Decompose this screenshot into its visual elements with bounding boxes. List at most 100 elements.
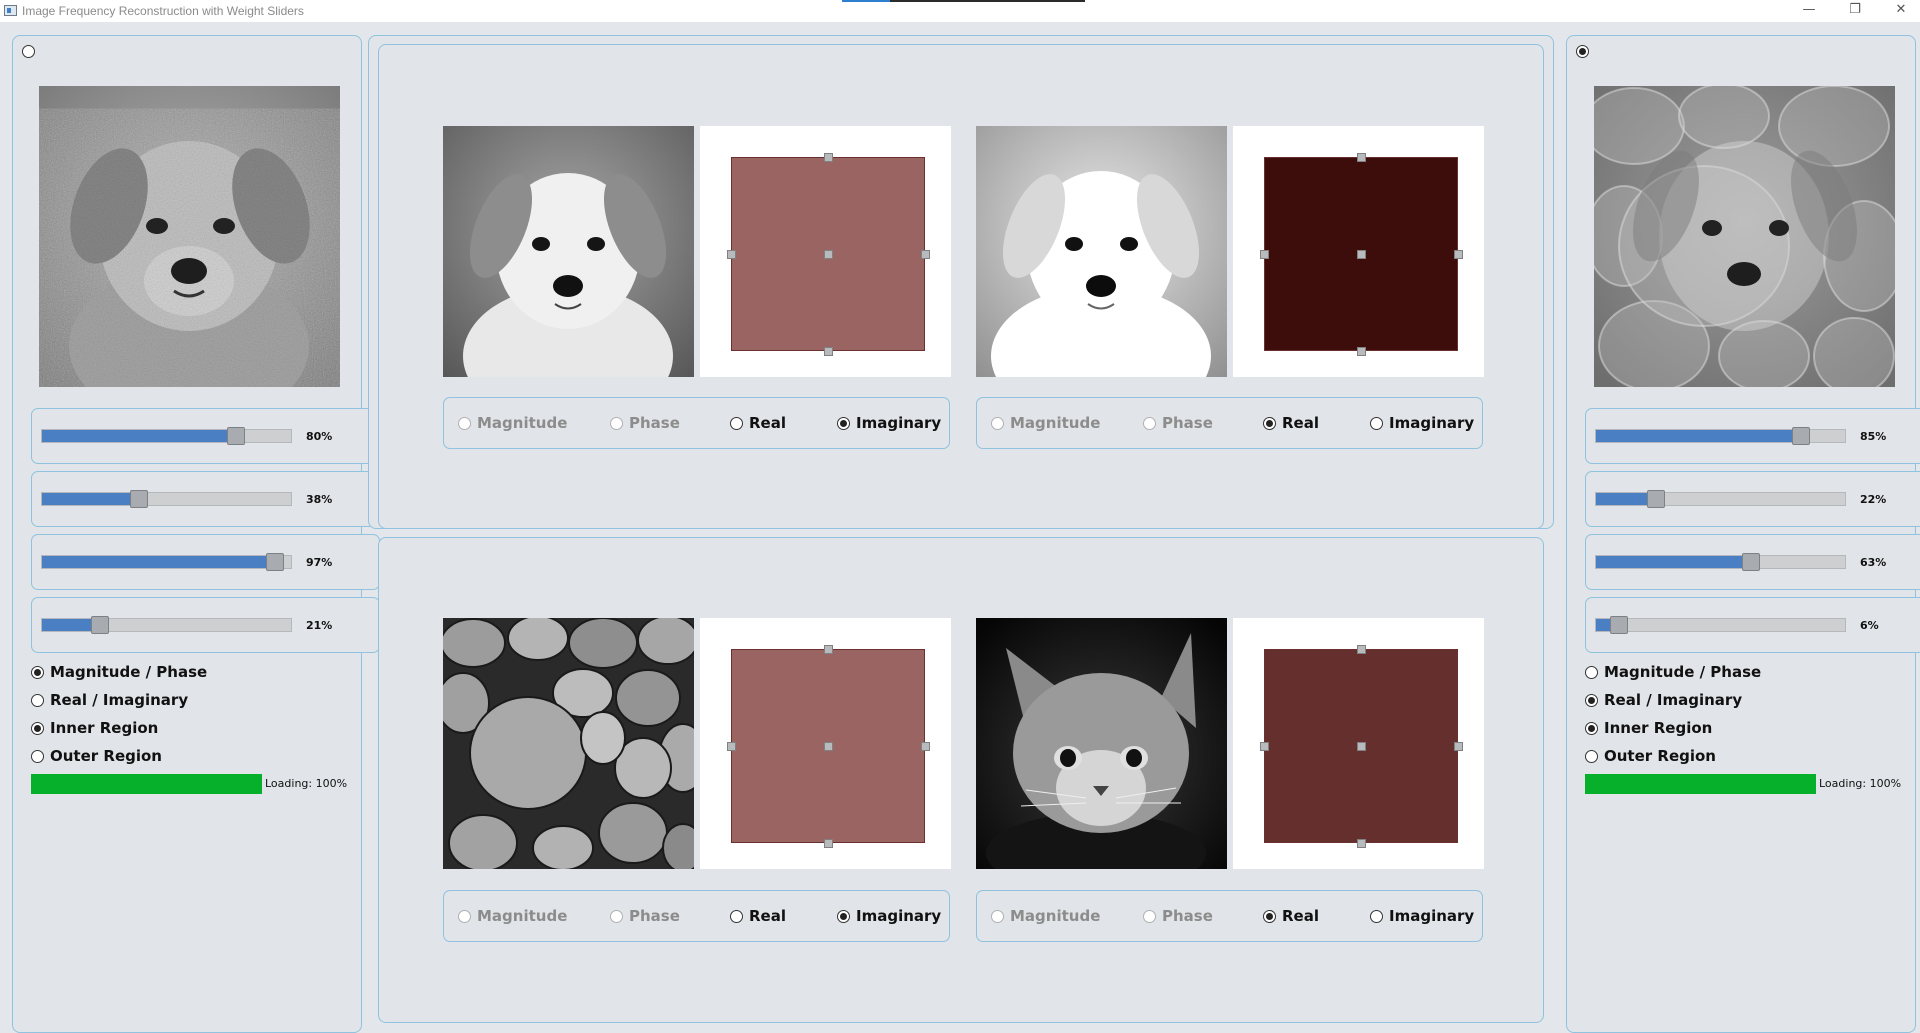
slider-track[interactable] bbox=[1595, 427, 1846, 445]
mode-label: Phase bbox=[1162, 907, 1213, 925]
resize-handle-right[interactable] bbox=[1454, 742, 1463, 751]
radio-button[interactable] bbox=[1585, 666, 1598, 679]
slider-track[interactable] bbox=[1595, 616, 1846, 634]
radio-button[interactable] bbox=[837, 910, 850, 923]
right-weight-slider-3: 63% bbox=[1585, 534, 1920, 590]
resize-handle-top[interactable] bbox=[1357, 645, 1366, 654]
radio-button[interactable] bbox=[1370, 417, 1383, 430]
resize-handle-bottom[interactable] bbox=[824, 839, 833, 848]
radio-button[interactable] bbox=[837, 417, 850, 430]
input-image-1[interactable] bbox=[443, 126, 694, 377]
slider-fill bbox=[42, 430, 236, 442]
slider-thumb[interactable] bbox=[1792, 427, 1810, 445]
radio-button[interactable] bbox=[730, 417, 743, 430]
mode-label: Real bbox=[749, 414, 786, 432]
close-icon[interactable]: ✕ bbox=[1878, 0, 1920, 22]
slider-track[interactable] bbox=[1595, 490, 1846, 508]
mode-label: Real bbox=[1282, 907, 1319, 925]
slider-thumb[interactable] bbox=[1742, 553, 1760, 571]
resize-handle-left[interactable] bbox=[1260, 742, 1269, 751]
radio-button[interactable] bbox=[31, 694, 44, 707]
radio-button[interactable] bbox=[991, 417, 1004, 430]
slider-fill bbox=[42, 493, 139, 505]
left-loading-label: Loading: 100% bbox=[265, 777, 348, 790]
resize-handle-left[interactable] bbox=[727, 250, 736, 259]
radio-button[interactable] bbox=[991, 910, 1004, 923]
input-image-4[interactable] bbox=[976, 618, 1227, 869]
radio-button[interactable] bbox=[31, 666, 44, 679]
input-image-3[interactable] bbox=[443, 618, 694, 869]
radio-button[interactable] bbox=[458, 910, 471, 923]
right-loading-label: Loading: 100% bbox=[1819, 777, 1902, 790]
slider-thumb[interactable] bbox=[1647, 490, 1665, 508]
left-weight-slider-2: 38% bbox=[31, 471, 380, 527]
mode-label: Magnitude bbox=[1010, 907, 1101, 925]
input-3-mode-group: Magnitude Phase Real Imaginary bbox=[443, 890, 950, 942]
resize-handle-center[interactable] bbox=[824, 250, 833, 259]
resize-handle-right[interactable] bbox=[921, 250, 930, 259]
slider-track[interactable] bbox=[41, 427, 292, 445]
resize-handle-bottom[interactable] bbox=[1357, 839, 1366, 848]
slider-value: 38% bbox=[306, 493, 333, 506]
slider-thumb[interactable] bbox=[227, 427, 245, 445]
option-label: Inner Region bbox=[50, 719, 159, 737]
resize-handle-top[interactable] bbox=[824, 153, 833, 162]
right-output-select-radio[interactable] bbox=[1576, 45, 1589, 58]
mode-label: Phase bbox=[629, 907, 680, 925]
resize-handle-center[interactable] bbox=[1357, 250, 1366, 259]
slider-thumb[interactable] bbox=[266, 553, 284, 571]
right-output-image bbox=[1594, 86, 1895, 387]
right-weight-slider-1: 85% bbox=[1585, 408, 1920, 464]
resize-handle-center[interactable] bbox=[1357, 742, 1366, 751]
slider-thumb[interactable] bbox=[1610, 616, 1628, 634]
input-image-2[interactable] bbox=[976, 126, 1227, 377]
resize-handle-top[interactable] bbox=[824, 645, 833, 654]
input-group-bottom: Magnitude Phase Real Imaginary Magnitude… bbox=[378, 537, 1544, 1023]
slider-track[interactable] bbox=[1595, 553, 1846, 571]
radio-button[interactable] bbox=[730, 910, 743, 923]
resize-handle-left[interactable] bbox=[727, 742, 736, 751]
radio-button[interactable] bbox=[1585, 750, 1598, 763]
radio-button[interactable] bbox=[1585, 722, 1598, 735]
option-label: Real / Imaginary bbox=[50, 691, 189, 709]
input-ft-view-3 bbox=[700, 618, 951, 869]
mode-label: Real bbox=[749, 907, 786, 925]
option-label: Magnitude / Phase bbox=[1604, 663, 1762, 681]
input-4-mode-group: Magnitude Phase Real Imaginary bbox=[976, 890, 1483, 942]
input-ft-view-2 bbox=[1233, 126, 1484, 377]
resize-handle-center[interactable] bbox=[824, 742, 833, 751]
input-ft-view-4 bbox=[1233, 618, 1484, 869]
slider-track[interactable] bbox=[41, 553, 292, 571]
slider-fill bbox=[42, 556, 275, 568]
radio-button[interactable] bbox=[31, 750, 44, 763]
left-loading-progress-bar bbox=[31, 774, 262, 794]
radio-button[interactable] bbox=[31, 722, 44, 735]
restore-icon[interactable]: ❐ bbox=[1832, 0, 1878, 22]
radio-button[interactable] bbox=[1143, 417, 1156, 430]
option-label: Real / Imaginary bbox=[1604, 691, 1743, 709]
radio-button[interactable] bbox=[1143, 910, 1156, 923]
resize-handle-bottom[interactable] bbox=[824, 347, 833, 356]
resize-handle-top[interactable] bbox=[1357, 153, 1366, 162]
slider-track[interactable] bbox=[41, 490, 292, 508]
resize-handle-bottom[interactable] bbox=[1357, 347, 1366, 356]
window-title: Image Frequency Reconstruction with Weig… bbox=[22, 4, 304, 18]
radio-button[interactable] bbox=[610, 417, 623, 430]
mode-label: Real bbox=[1282, 414, 1319, 432]
resize-handle-right[interactable] bbox=[1454, 250, 1463, 259]
resize-handle-right[interactable] bbox=[921, 742, 930, 751]
slider-thumb[interactable] bbox=[91, 616, 109, 634]
slider-track[interactable] bbox=[41, 616, 292, 634]
radio-button[interactable] bbox=[1263, 417, 1276, 430]
resize-handle-left[interactable] bbox=[1260, 250, 1269, 259]
minimize-icon[interactable]: — bbox=[1786, 0, 1832, 22]
radio-button[interactable] bbox=[1263, 910, 1276, 923]
left-output-select-radio[interactable] bbox=[22, 45, 35, 58]
option-label: Outer Region bbox=[1604, 747, 1716, 765]
radio-button[interactable] bbox=[1585, 694, 1598, 707]
slider-thumb[interactable] bbox=[130, 490, 148, 508]
radio-button[interactable] bbox=[610, 910, 623, 923]
radio-button[interactable] bbox=[1370, 910, 1383, 923]
radio-button[interactable] bbox=[458, 417, 471, 430]
title-bar: Image Frequency Reconstruction with Weig… bbox=[0, 0, 1920, 22]
